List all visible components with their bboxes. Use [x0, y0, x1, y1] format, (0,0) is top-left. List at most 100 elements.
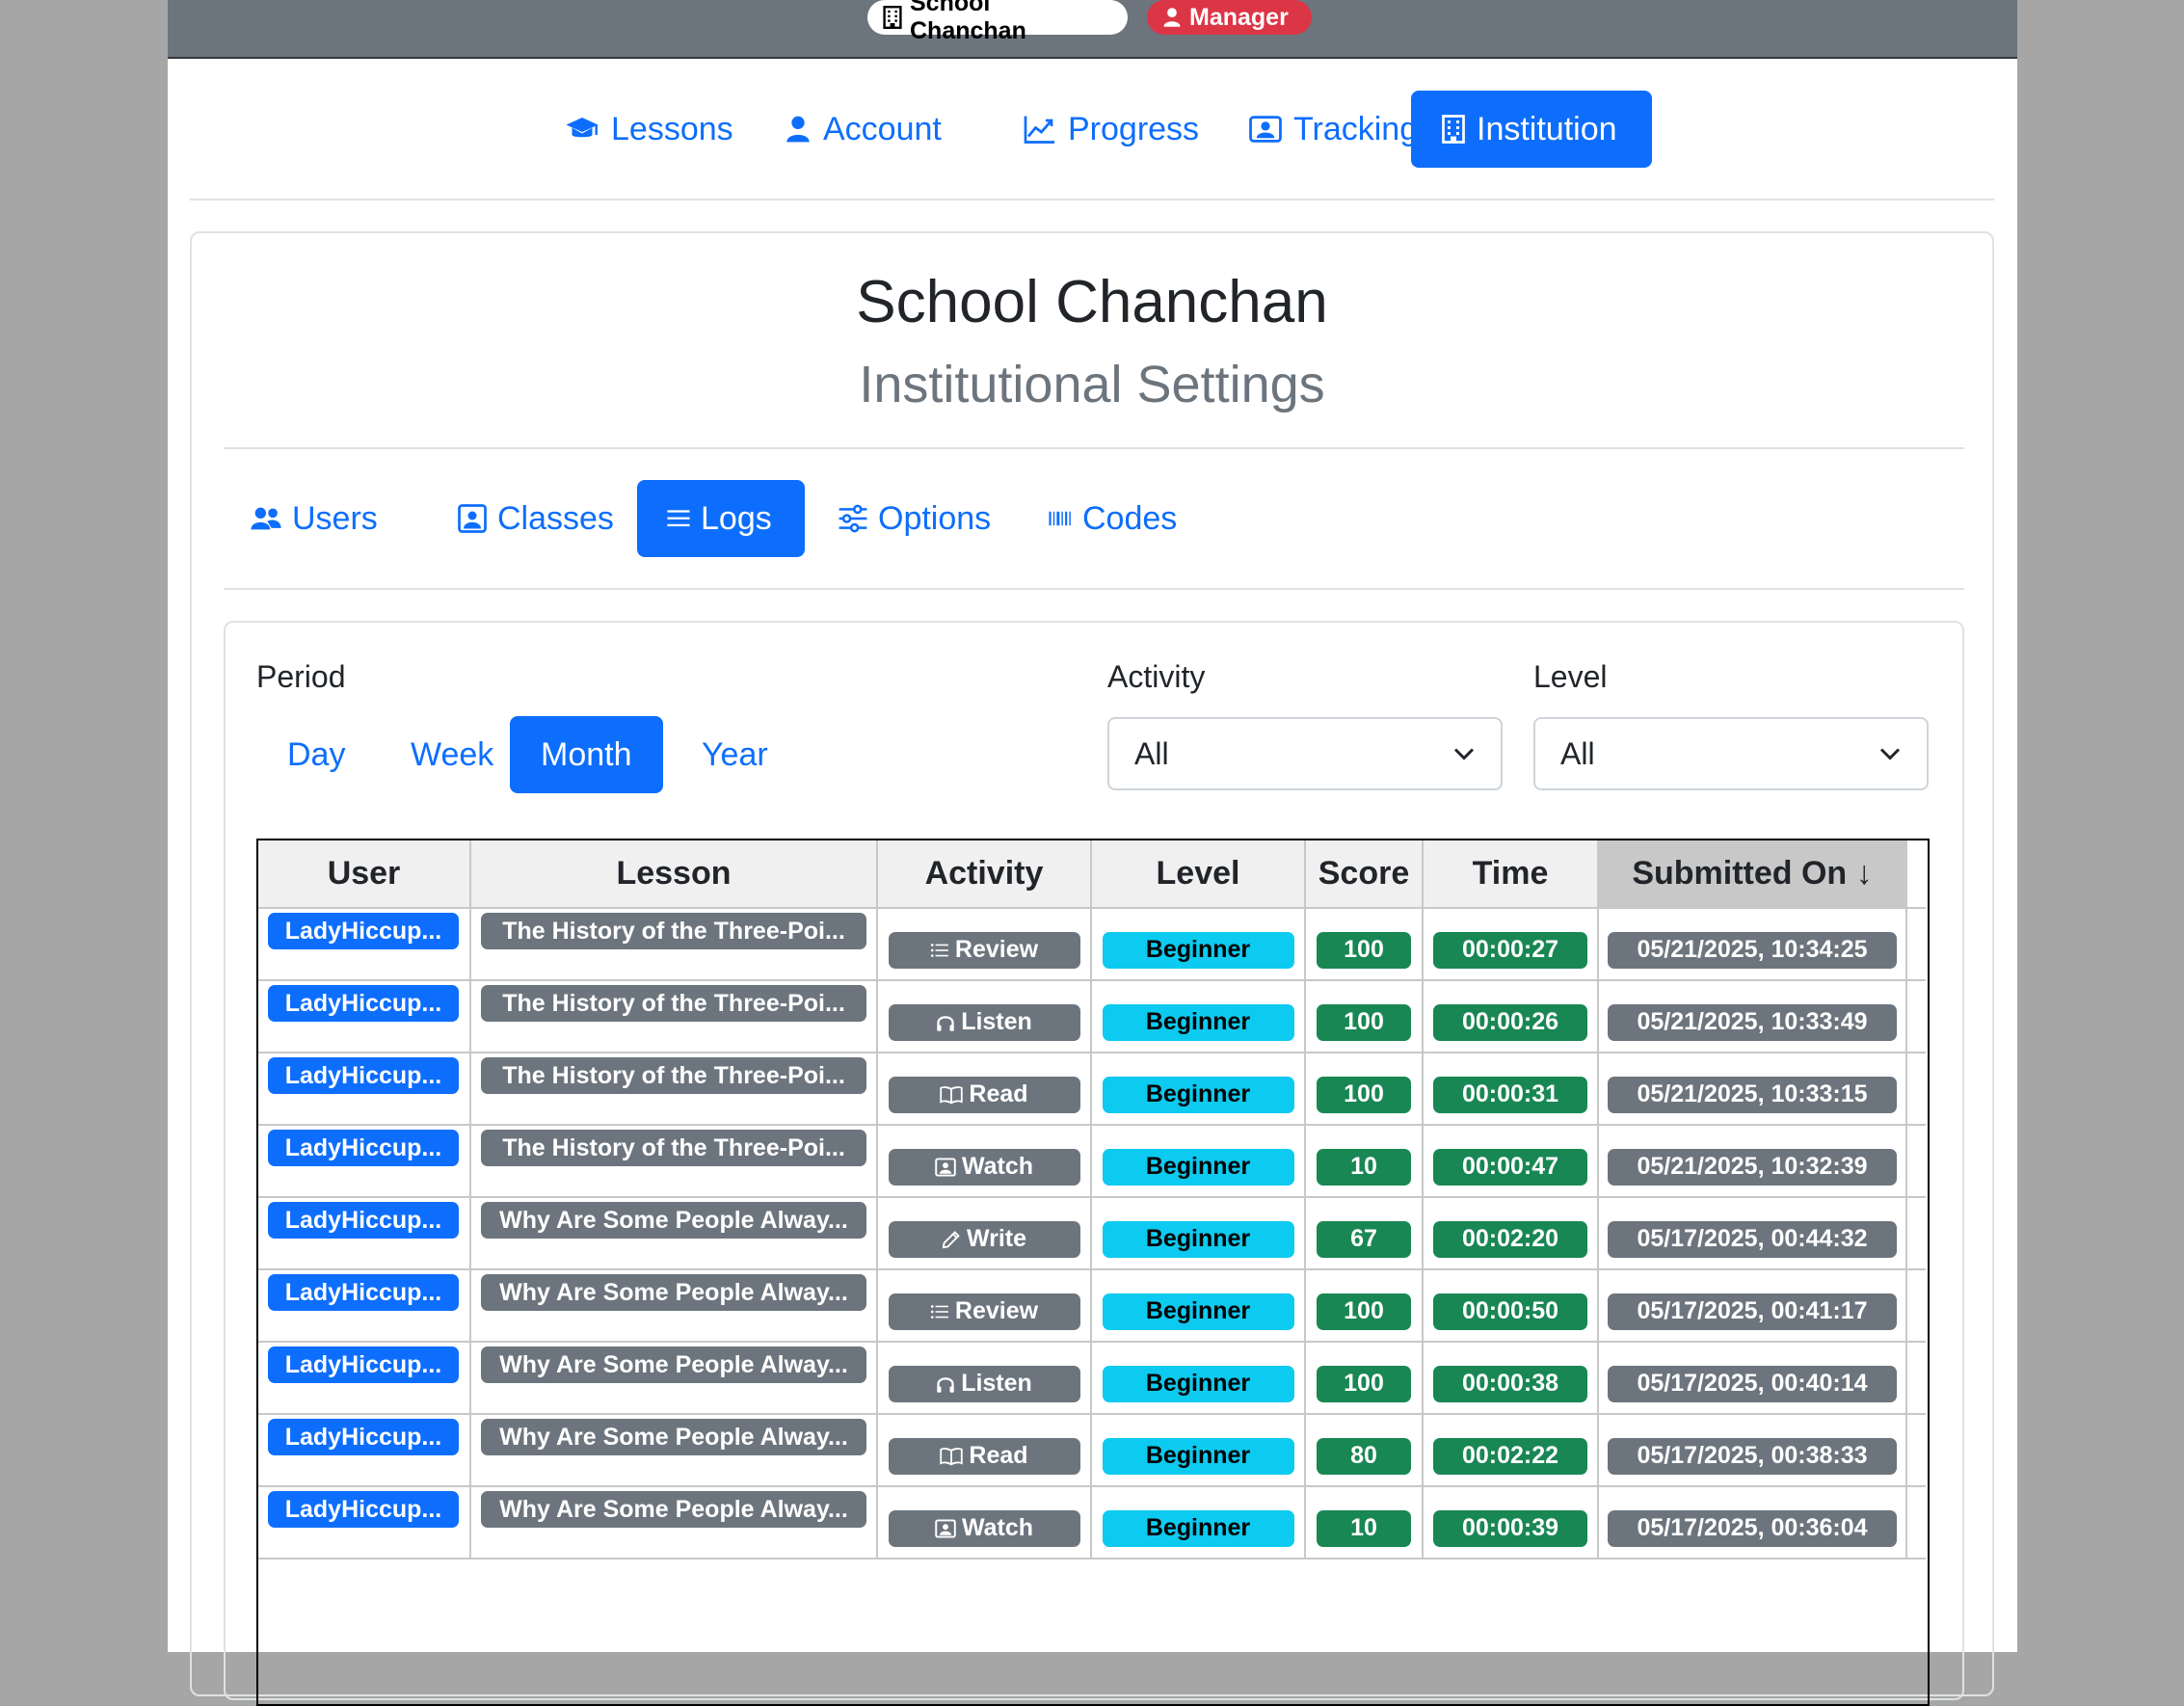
table-row[interactable]: LadyHiccup... Why Are Some People Alway..…: [258, 1269, 1926, 1343]
user-badge[interactable]: LadyHiccup...: [268, 1491, 459, 1528]
period-year-button[interactable]: Year: [671, 716, 799, 793]
institution-badge: School Chanchan: [867, 0, 1128, 44]
activity-badge: Read: [888, 1076, 1080, 1113]
person-badge-icon: [1249, 116, 1282, 143]
table-row[interactable]: LadyHiccup... Why Are Some People Alway..…: [258, 1486, 1926, 1559]
lesson-badge[interactable]: The History of the Three-Poi...: [481, 1130, 866, 1166]
tab-codes-label: Codes: [1082, 499, 1178, 537]
score-badge: 100: [1317, 1293, 1411, 1330]
tab-logs[interactable]: Logs: [637, 480, 805, 557]
table-row[interactable]: LadyHiccup... The History of the Three-Po…: [258, 980, 1926, 1053]
cell-level: Beginner: [1091, 1125, 1306, 1198]
table-row[interactable]: LadyHiccup... Why Are Some People Alway..…: [258, 1414, 1926, 1487]
book-icon: [940, 1085, 964, 1105]
submitted-on-badge: 05/21/2025, 10:34:25: [1608, 931, 1897, 969]
column-header-lesson[interactable]: Lesson: [470, 840, 878, 909]
nav-institution[interactable]: Institution: [1411, 91, 1652, 168]
submitted-on-badge: 05/21/2025, 10:33:15: [1608, 1076, 1897, 1113]
institution-badge-label: School Chanchan: [910, 0, 1026, 44]
user-badge[interactable]: LadyHiccup...: [268, 1419, 459, 1455]
level-select[interactable]: All: [1533, 717, 1929, 790]
tab-users[interactable]: Users: [221, 480, 407, 557]
nav-lessons-label: Lessons: [611, 110, 733, 147]
lesson-badge[interactable]: The History of the Three-Poi...: [481, 1057, 866, 1094]
role-badge: Manager: [1147, 0, 1312, 35]
level-badge: Beginner: [1102, 1293, 1294, 1330]
column-header-score[interactable]: Score: [1305, 840, 1424, 909]
cell-activity: Listen: [877, 980, 1092, 1053]
time-badge: 00:02:22: [1433, 1437, 1587, 1475]
cell-score: 67: [1305, 1197, 1424, 1270]
cell-activity: Review: [877, 1269, 1092, 1343]
cell-user: LadyHiccup...: [258, 908, 471, 981]
user-badge[interactable]: LadyHiccup...: [268, 1346, 459, 1383]
scrollbar-track-cell: [1906, 1269, 1926, 1343]
cell-lesson: The History of the Three-Poi...: [470, 980, 878, 1053]
nav-progress[interactable]: Progress: [993, 91, 1230, 168]
list-icon: [930, 942, 949, 959]
activity-badge-label: Watch: [961, 1514, 1034, 1541]
column-header-activity[interactable]: Activity: [877, 840, 1092, 909]
column-header-submitted-on[interactable]: Submitted On ↓: [1598, 840, 1907, 909]
table-row[interactable]: LadyHiccup... The History of the Three-Po…: [258, 1053, 1926, 1126]
list-icon: [666, 507, 691, 530]
scrollbar-track-cell: [1906, 908, 1926, 981]
column-header-user[interactable]: User: [258, 840, 471, 909]
table-row[interactable]: LadyHiccup... The History of the Three-Po…: [258, 1125, 1926, 1198]
person-icon: [785, 115, 812, 144]
level-badge: Beginner: [1102, 1437, 1294, 1475]
lesson-badge[interactable]: Why Are Some People Alway...: [481, 1346, 866, 1383]
score-badge: 80: [1317, 1437, 1411, 1475]
cell-time: 00:00:26: [1423, 980, 1599, 1053]
activity-badge: Review: [888, 1293, 1080, 1330]
table-row[interactable]: LadyHiccup... The History of the Three-Po…: [258, 908, 1926, 981]
headphones-icon: [936, 1374, 955, 1394]
period-day-button[interactable]: Day: [256, 716, 376, 793]
user-badge[interactable]: LadyHiccup...: [268, 913, 459, 949]
cell-lesson: Why Are Some People Alway...: [470, 1342, 878, 1415]
nav-lessons[interactable]: Lessons: [534, 91, 764, 168]
cell-lesson: Why Are Some People Alway...: [470, 1197, 878, 1270]
table-row[interactable]: LadyHiccup... Why Are Some People Alway..…: [258, 1342, 1926, 1415]
time-badge: 00:00:26: [1433, 1003, 1587, 1041]
activity-select[interactable]: All: [1107, 717, 1503, 790]
lesson-badge[interactable]: Why Are Some People Alway...: [481, 1202, 866, 1239]
user-badge[interactable]: LadyHiccup...: [268, 1202, 459, 1239]
score-badge: 100: [1317, 1365, 1411, 1402]
logs-table-container[interactable]: User Lesson Activity Level Score Time Su…: [256, 839, 1930, 1706]
cell-activity: Watch: [877, 1125, 1092, 1198]
lesson-badge[interactable]: Why Are Some People Alway...: [481, 1274, 866, 1311]
activity-badge-label: Listen: [961, 1370, 1032, 1397]
tab-codes[interactable]: Codes: [1019, 480, 1206, 557]
cell-score: 10: [1305, 1486, 1424, 1559]
activity-badge-label: Read: [969, 1080, 1028, 1107]
period-week-button[interactable]: Week: [380, 716, 524, 793]
page-subtitle: Institutional Settings: [859, 356, 1325, 413]
tab-options[interactable]: Options: [809, 480, 1020, 557]
building-icon: [883, 6, 902, 29]
table-row[interactable]: LadyHiccup... Why Are Some People Alway..…: [258, 1197, 1926, 1270]
activity-badge-label: Watch: [961, 1153, 1034, 1180]
cell-score: 80: [1305, 1414, 1424, 1487]
cell-user: LadyHiccup...: [258, 1269, 471, 1343]
tab-options-label: Options: [878, 499, 992, 537]
period-month-button[interactable]: Month: [510, 716, 663, 793]
user-badge[interactable]: LadyHiccup...: [268, 1130, 459, 1166]
user-badge[interactable]: LadyHiccup...: [268, 1057, 459, 1094]
cell-activity: Watch: [877, 1486, 1092, 1559]
column-header-time[interactable]: Time: [1423, 840, 1599, 909]
user-badge[interactable]: LadyHiccup...: [268, 1274, 459, 1311]
tabs-divider: [224, 588, 1964, 590]
lesson-badge[interactable]: The History of the Three-Poi...: [481, 913, 866, 949]
level-badge: Beginner: [1102, 931, 1294, 969]
cell-lesson: The History of the Three-Poi...: [470, 1125, 878, 1198]
tab-classes[interactable]: Classes: [428, 480, 643, 557]
nav-account[interactable]: Account: [754, 91, 972, 168]
cell-user: LadyHiccup...: [258, 1197, 471, 1270]
lesson-badge[interactable]: The History of the Three-Poi...: [481, 985, 866, 1022]
user-badge[interactable]: LadyHiccup...: [268, 985, 459, 1022]
lesson-badge[interactable]: Why Are Some People Alway...: [481, 1419, 866, 1455]
column-header-level[interactable]: Level: [1091, 840, 1306, 909]
lesson-badge[interactable]: Why Are Some People Alway...: [481, 1491, 866, 1528]
cell-activity: Write: [877, 1197, 1092, 1270]
